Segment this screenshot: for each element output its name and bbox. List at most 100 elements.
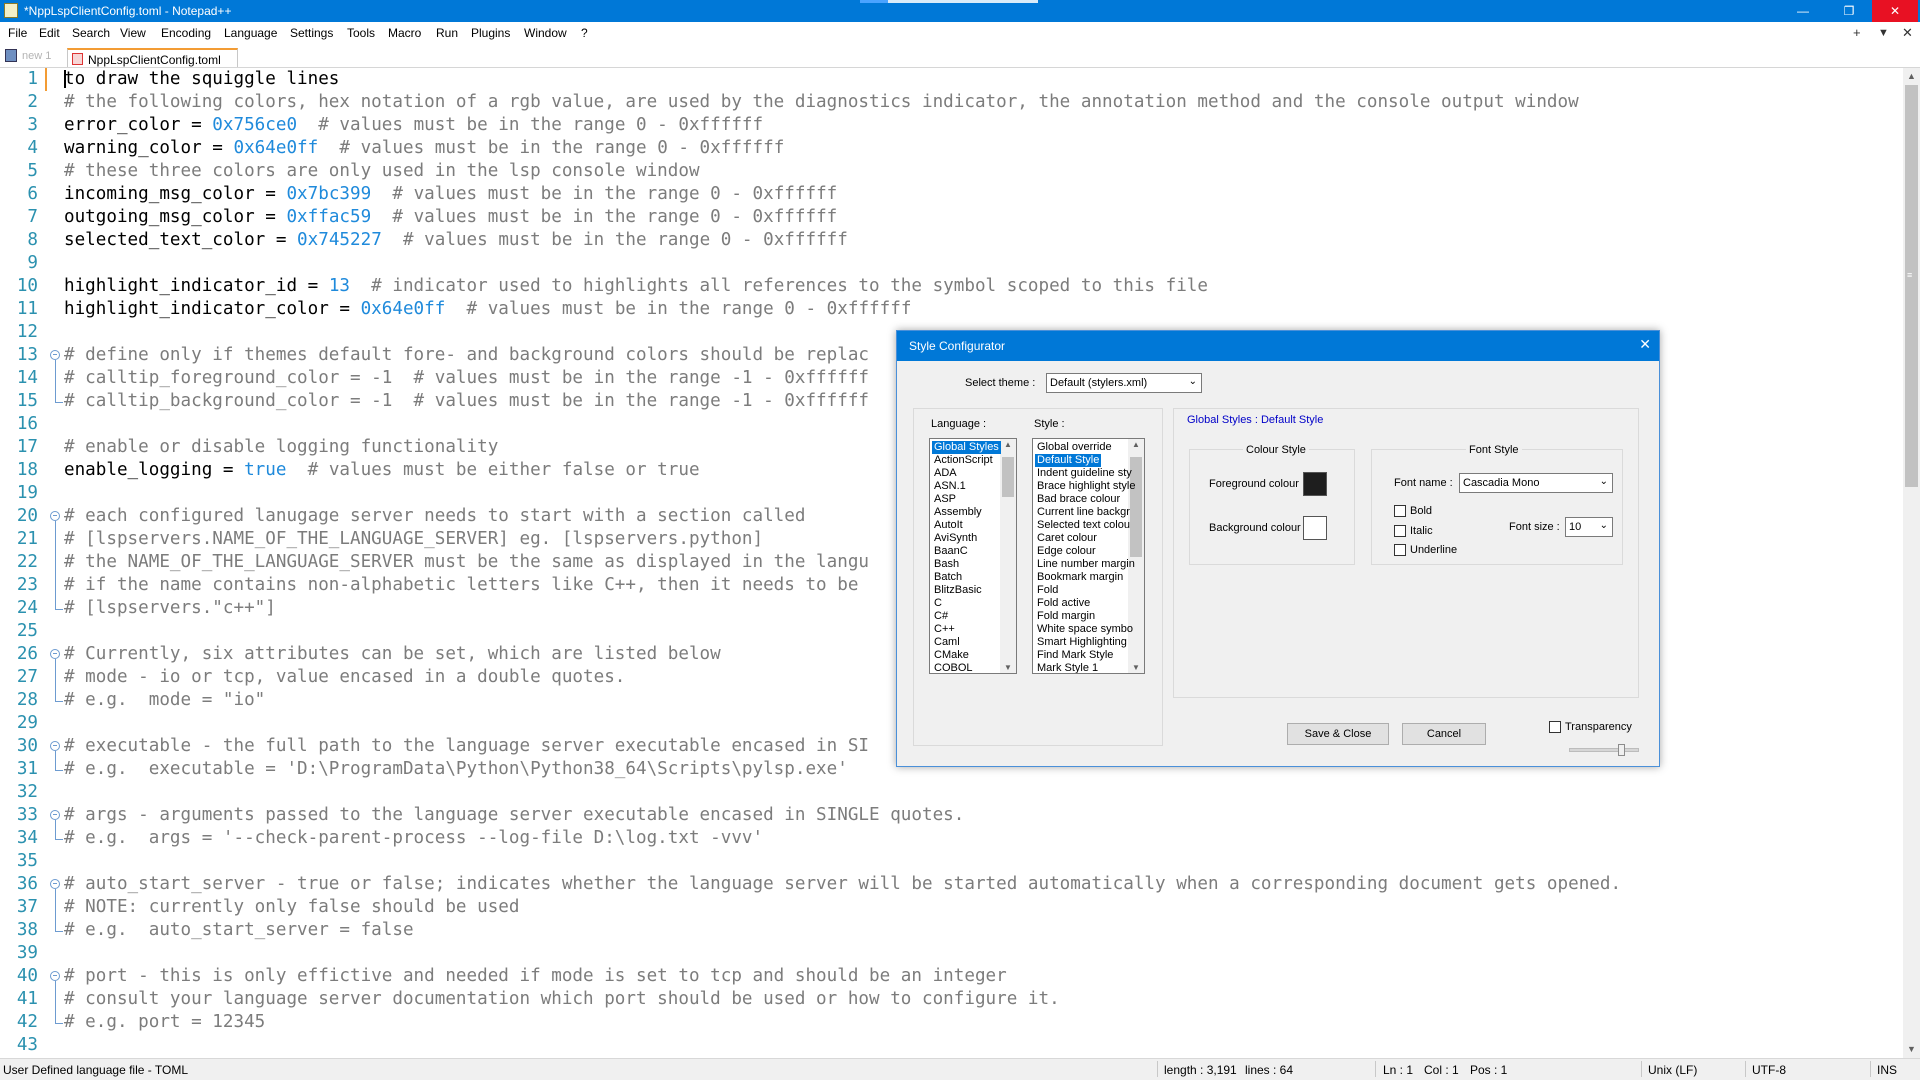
style-list-item[interactable]: White space symbo	[1035, 623, 1135, 636]
code-line[interactable]: # port - this is only effictive and need…	[64, 965, 1007, 988]
fold-toggle-icon[interactable]	[50, 879, 60, 889]
code-line[interactable]: # enable or disable logging functionalit…	[64, 436, 498, 459]
language-list-item[interactable]: ADA	[932, 467, 959, 480]
style-list-item[interactable]: Brace highlight style	[1035, 480, 1137, 493]
language-list-item[interactable]: Global Styles	[932, 441, 1001, 454]
transparency-slider-handle[interactable]	[1618, 744, 1625, 756]
fold-toggle-icon[interactable]	[50, 649, 60, 659]
fold-toggle-icon[interactable]	[50, 350, 60, 360]
menu-help[interactable]: ?	[581, 25, 588, 41]
fold-toggle-icon[interactable]	[50, 741, 60, 751]
restore-button[interactable]: ❐	[1826, 0, 1872, 22]
code-line[interactable]: # [lspservers.NAME_OF_THE_LANGUAGE_SERVE…	[64, 528, 763, 551]
scroll-up-arrow-icon[interactable]: ▲	[1903, 68, 1920, 85]
notepad-app-icon[interactable]	[4, 3, 18, 18]
language-list-item[interactable]: BaanC	[932, 545, 970, 558]
code-line[interactable]: # consult your language server documenta…	[64, 988, 1060, 1011]
code-line[interactable]: # these three colors are only used in th…	[64, 160, 700, 183]
code-line[interactable]: # calltip_foreground_color = -1 # values…	[64, 367, 869, 390]
code-line[interactable]: selected_text_color = 0x745227 # values …	[64, 229, 848, 252]
menu-encoding[interactable]: Encoding	[161, 25, 211, 41]
close-window-button[interactable]: ✕	[1872, 0, 1918, 22]
style-list-item[interactable]: Mark Style 1	[1035, 662, 1100, 673]
code-line[interactable]: # e.g. port = 12345	[64, 1011, 265, 1034]
code-line[interactable]: # [lspservers."c++"]	[64, 597, 276, 620]
code-line[interactable]: # the following colors, hex notation of …	[64, 91, 1579, 114]
bold-checkbox[interactable]	[1394, 505, 1406, 517]
tab-new-1[interactable]: new 1	[22, 50, 51, 62]
style-list-item[interactable]: Bookmark margin	[1035, 571, 1125, 584]
language-list-item[interactable]: Assembly	[932, 506, 984, 519]
menu-file[interactable]: File	[8, 25, 27, 41]
code-line[interactable]: # define only if themes default fore- an…	[64, 344, 869, 367]
fold-toggle-icon[interactable]	[50, 971, 60, 981]
dialog-close-button[interactable]: ✕	[1639, 336, 1651, 353]
foreground-colour-swatch[interactable]	[1303, 472, 1327, 496]
cancel-button[interactable]: Cancel	[1402, 723, 1486, 745]
transparency-checkbox[interactable]	[1549, 721, 1561, 733]
code-line[interactable]: # Currently, six attributes can be set, …	[64, 643, 721, 666]
fold-toggle-icon[interactable]	[50, 810, 60, 820]
language-list-item[interactable]: Batch	[932, 571, 964, 584]
language-list-item[interactable]: ASN.1	[932, 480, 968, 493]
code-line[interactable]: # the NAME_OF_THE_LANGUAGE_SERVER must b…	[64, 551, 869, 574]
menu-search[interactable]: Search	[72, 25, 110, 41]
code-line[interactable]: highlight_indicator_id = 13 # indicator …	[64, 275, 1208, 298]
theme-select[interactable]: Default (stylers.xml) ⌄	[1046, 373, 1202, 393]
language-list-item[interactable]: C++	[932, 623, 957, 636]
code-line[interactable]: # e.g. mode = "io"	[64, 689, 265, 712]
scroll-up-arrow-icon[interactable]: ▲	[1128, 440, 1144, 449]
style-list-item[interactable]: Fold	[1035, 584, 1060, 597]
dialog-title-bar[interactable]: Style Configurator ✕	[897, 331, 1659, 361]
code-line[interactable]: # if the name contains non-alphabetic le…	[64, 574, 858, 597]
scroll-down-arrow-icon[interactable]: ▼	[1903, 1041, 1920, 1058]
code-line[interactable]: # auto_start_server - true or false; ind…	[64, 873, 1621, 896]
language-list[interactable]: ▲ ▼ Global Styles ActionScript ADA ASN.1 ASP…	[929, 438, 1017, 674]
code-line[interactable]: outgoing_msg_color = 0xffac59 # values m…	[64, 206, 837, 229]
style-list-item[interactable]: Fold margin	[1035, 610, 1097, 623]
menu-settings[interactable]: Settings	[290, 25, 333, 41]
italic-checkbox[interactable]	[1394, 525, 1406, 537]
language-list-item[interactable]: CMake	[932, 649, 971, 662]
style-list-item[interactable]: Caret colour	[1035, 532, 1099, 545]
language-list-item[interactable]: C	[932, 597, 944, 610]
code-line[interactable]: warning_color = 0x64e0ff # values must b…	[64, 137, 784, 160]
code-line[interactable]: # each configured lanugage server needs …	[64, 505, 805, 528]
language-list-item[interactable]: C#	[932, 610, 950, 623]
language-list-item[interactable]: COBOL	[932, 662, 975, 673]
language-list-item[interactable]: ASP	[932, 493, 958, 506]
menu-edit[interactable]: Edit	[39, 25, 60, 41]
background-colour-swatch[interactable]	[1303, 516, 1327, 540]
menu-window[interactable]: Window	[524, 25, 567, 41]
menu-view[interactable]: View	[120, 25, 146, 41]
style-list-item[interactable]: Edge colour	[1035, 545, 1098, 558]
menu-run[interactable]: Run	[436, 25, 458, 41]
code-line[interactable]: # args - arguments passed to the languag…	[64, 804, 964, 827]
font-name-select[interactable]: Cascadia Mono ⌄	[1459, 473, 1613, 493]
style-list-item[interactable]: Smart Highlighting	[1035, 636, 1129, 649]
style-list-item[interactable]: Line number margin	[1035, 558, 1137, 571]
minimize-button[interactable]: —	[1780, 0, 1826, 22]
code-line[interactable]: # mode - io or tcp, value encased in a d…	[64, 666, 625, 689]
scroll-down-arrow-icon[interactable]: ▼	[1000, 663, 1016, 672]
add-tab-button[interactable]: +	[1853, 25, 1861, 40]
code-line[interactable]: # executable - the full path to the lang…	[64, 735, 869, 758]
save-close-button[interactable]: Save & Close	[1287, 723, 1389, 745]
tab-list-dropdown-button[interactable]: ▼	[1878, 27, 1889, 39]
underline-checkbox[interactable]	[1394, 544, 1406, 556]
menu-language[interactable]: Language	[224, 25, 277, 41]
style-list-item[interactable]: Default Style	[1035, 454, 1102, 467]
code-line[interactable]: # NOTE: currently only false should be u…	[64, 896, 519, 919]
language-list-item[interactable]: AviSynth	[932, 532, 979, 545]
style-list-item[interactable]: Selected text colou	[1035, 519, 1132, 532]
language-list-scrollbar[interactable]: ▲ ▼	[1000, 439, 1016, 673]
fold-toggle-icon[interactable]	[50, 511, 60, 521]
style-list-item[interactable]: Fold active	[1035, 597, 1092, 610]
style-list-item[interactable]: Find Mark Style	[1035, 649, 1115, 662]
style-list-item[interactable]: Indent guideline sty	[1035, 467, 1134, 480]
style-list[interactable]: ▲ ▼ Global override Default Style Indent g…	[1032, 438, 1145, 674]
menu-plugins[interactable]: Plugins	[471, 25, 510, 41]
scroll-up-arrow-icon[interactable]: ▲	[1000, 440, 1016, 449]
code-line[interactable]: error_color = 0x756ce0 # values must be …	[64, 114, 763, 137]
code-line[interactable]: # e.g. args = '--check-parent-process --…	[64, 827, 763, 850]
